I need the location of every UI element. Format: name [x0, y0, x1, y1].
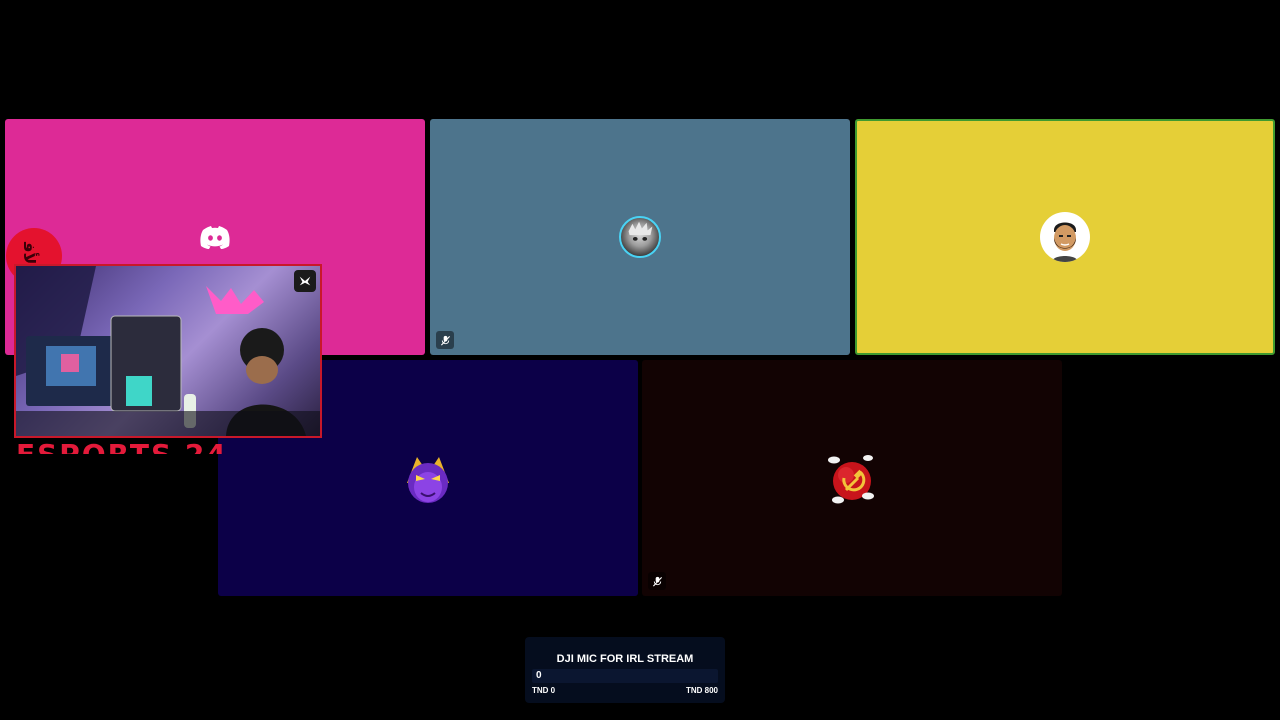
mic-muted-icon [436, 331, 454, 349]
goal-title: DJI MIC FOR IRL STREAM [556, 653, 694, 665]
participant-tile-user3[interactable] [855, 119, 1275, 355]
goal-progress-bar: 0 [532, 669, 718, 683]
goal-current-value: 0 [536, 670, 542, 681]
purple-mascot-avatar [399, 449, 457, 507]
goal-max-label: TND 800 [685, 686, 718, 695]
streamer-webcam [14, 264, 322, 438]
discord-logo-icon [197, 219, 233, 255]
bearded-man-avatar [1040, 212, 1090, 262]
anime-character-avatar [619, 216, 661, 258]
goal-min-label: TND 0 [532, 686, 556, 695]
participant-tile-user5[interactable] [642, 360, 1062, 596]
hammer-sickle-planet-avatar [822, 448, 882, 508]
participant-tile-user2[interactable] [430, 119, 850, 355]
overlay-banner-text: ESPORTS 24 [16, 438, 228, 454]
webcam-scene [16, 266, 320, 436]
overlay-logo-icon [294, 270, 316, 292]
donation-goal-widget: DJI MIC FOR IRL STREAM 0 TND 0 TND 800 [525, 637, 725, 703]
mic-muted-icon [648, 572, 666, 590]
